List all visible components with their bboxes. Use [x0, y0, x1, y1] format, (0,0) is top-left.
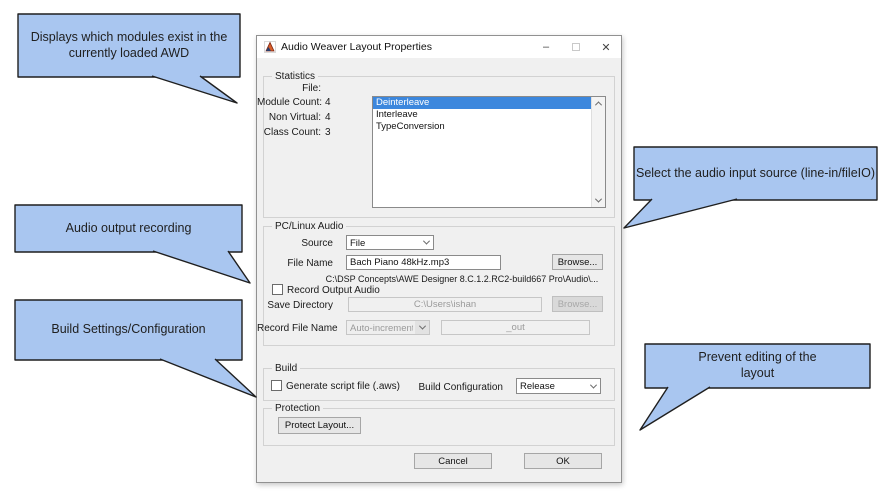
close-icon: ✕ [601, 41, 610, 54]
callout-input-source-text: Select the audio input source (line-in/f… [636, 166, 875, 182]
class-count-value: 3 [325, 127, 331, 138]
combo-dropdown-button[interactable] [586, 379, 600, 393]
file-name-input[interactable]: Bach Piano 48kHz.mp3 [346, 255, 501, 270]
callout-modules-text: Displays which modules exist in the curr… [25, 30, 233, 61]
screenshot-canvas: Audio Weaver Layout Properties – ✕ Stati… [0, 0, 885, 503]
protect-layout-button[interactable]: Protect Layout... [278, 417, 361, 434]
source-combobox[interactable]: File [346, 235, 434, 250]
callout-tail-protection [640, 387, 710, 430]
callout-input-source: Select the audio input source (line-in/f… [634, 147, 877, 200]
callout-modules: Displays which modules exist in the curr… [18, 14, 240, 77]
source-label: Source [257, 238, 333, 249]
app-icon [264, 41, 276, 53]
scroll-down-button[interactable] [592, 194, 605, 207]
list-item-interleave[interactable]: Interleave [373, 109, 591, 121]
generate-script-checkbox[interactable] [271, 380, 282, 391]
build-legend: Build [272, 363, 300, 374]
browse-file-button[interactable]: Browse... [552, 254, 603, 270]
record-file-mode-combobox: Auto-increment [346, 320, 430, 335]
callout-tail-build-settings [160, 359, 256, 397]
callout-tail-input-source [624, 199, 737, 228]
window-title: Audio Weaver Layout Properties [281, 41, 531, 53]
callout-build-settings-text: Build Settings/Configuration [51, 322, 205, 338]
ok-button[interactable]: OK [524, 453, 602, 469]
close-button[interactable]: ✕ [591, 36, 621, 58]
class-count-label: Class Count: [257, 127, 321, 138]
chevron-down-icon [422, 238, 429, 245]
callout-output-recording: Audio output recording [15, 205, 242, 252]
build-configuration-combobox[interactable]: Release [516, 378, 601, 394]
non-virtual-label: Non Virtual: [257, 112, 321, 123]
title-bar: Audio Weaver Layout Properties – ✕ [257, 36, 621, 58]
file-path-text: C:\DSP Concepts\AWE Designer 8.C.1.2.RC2… [312, 274, 612, 284]
file-name-label: File Name [257, 258, 333, 269]
protection-legend: Protection [272, 403, 323, 414]
list-item-deinterleave[interactable]: Deinterleave [373, 97, 591, 109]
maximize-icon [572, 43, 580, 51]
combo-dropdown-button[interactable] [419, 236, 433, 249]
module-count-value: 4 [325, 97, 331, 108]
build-configuration-value: Release [520, 381, 584, 392]
save-directory-input: C:\Users\ishan [348, 297, 542, 312]
statistics-legend: Statistics [272, 71, 318, 82]
minimize-icon: – [543, 41, 549, 53]
record-file-suffix-input: _out [441, 320, 590, 335]
cancel-button[interactable]: Cancel [414, 453, 492, 469]
list-item-typeconversion[interactable]: TypeConversion [373, 121, 591, 133]
chevron-up-icon [595, 101, 602, 108]
combo-dropdown-button-disabled [415, 321, 429, 334]
chevron-down-icon [595, 196, 602, 203]
chevron-down-icon [589, 381, 596, 388]
callout-protection-text: Prevent editing of the layout [688, 350, 828, 381]
generate-script-label: Generate script file (.aws) [286, 381, 400, 392]
maximize-button[interactable] [561, 36, 591, 58]
record-output-audio-checkbox[interactable] [272, 284, 283, 295]
module-listbox[interactable]: Deinterleave Interleave TypeConversion [372, 96, 606, 208]
callout-tail-output-recording [153, 251, 250, 283]
callout-output-recording-text: Audio output recording [66, 221, 192, 237]
non-virtual-value: 4 [325, 112, 331, 123]
callout-tail-modules [152, 76, 237, 103]
callout-protection: Prevent editing of the layout [645, 344, 870, 388]
callout-build-settings: Build Settings/Configuration [15, 300, 242, 360]
file-label: File: [257, 83, 321, 94]
record-file-mode-value: Auto-increment [350, 323, 413, 334]
source-value: File [350, 238, 417, 249]
module-count-label: Module Count: [257, 97, 321, 108]
record-output-audio-label: Record Output Audio [287, 285, 380, 296]
build-configuration-label: Build Configuration [403, 382, 503, 393]
audio-weaver-layout-properties-dialog: Audio Weaver Layout Properties – ✕ Stati… [256, 35, 622, 483]
pc-linux-audio-legend: PC/Linux Audio [272, 221, 346, 232]
minimize-button[interactable]: – [531, 36, 561, 58]
scroll-up-button[interactable] [592, 97, 605, 110]
listbox-scrollbar[interactable] [591, 97, 605, 207]
chevron-down-icon [418, 323, 425, 330]
record-file-name-label: Record File Name [257, 323, 333, 334]
save-directory-label: Save Directory [257, 300, 333, 311]
browse-directory-button: Browse... [552, 296, 603, 312]
